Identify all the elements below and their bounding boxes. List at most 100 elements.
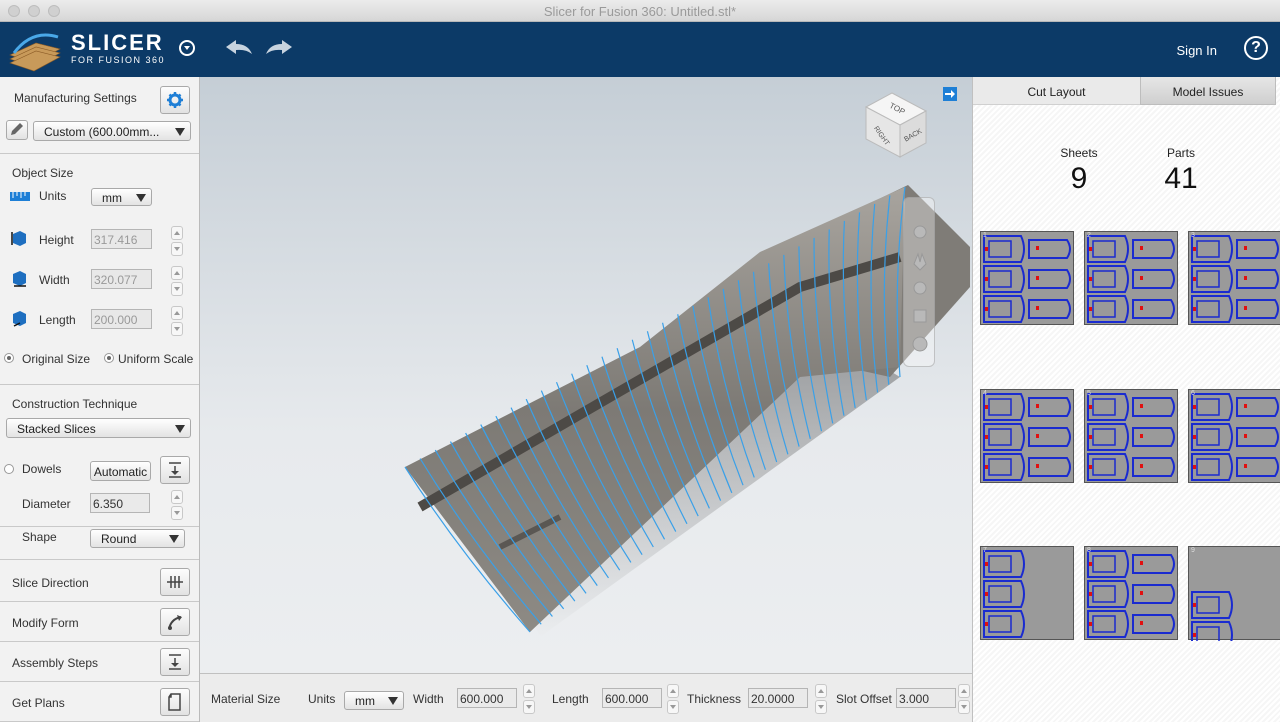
align-bottom-icon <box>169 462 181 478</box>
units-dropdown[interactable]: mm <box>91 188 152 206</box>
chevron-up-icon[interactable] <box>171 226 183 240</box>
sign-in-link[interactable]: Sign In <box>1177 43 1217 58</box>
diameter-stepper[interactable] <box>171 490 183 520</box>
material-length-input[interactable]: 600.000 <box>602 688 662 708</box>
construction-technique-dropdown[interactable]: Stacked Slices <box>6 418 191 438</box>
pan-hand-icon[interactable] <box>913 252 927 271</box>
view-cube[interactable]: TOP RIGHT BACK <box>860 87 932 159</box>
sheet-part-cutout <box>1092 270 1116 288</box>
sheet-thumbnail[interactable]: 4 <box>980 389 1074 483</box>
manufacturing-settings-button[interactable] <box>160 86 190 114</box>
material-width-stepper[interactable] <box>523 684 535 714</box>
sheet-part-cutout <box>1196 270 1220 288</box>
chevron-down-icon[interactable] <box>523 700 535 714</box>
sheet-part <box>983 235 1025 263</box>
material-length-stepper[interactable] <box>667 684 679 714</box>
sheet-part <box>1087 453 1129 481</box>
sheet-thumbnail[interactable]: 7 <box>980 546 1074 640</box>
sheet-part-cutout <box>1092 398 1116 416</box>
shape-dropdown[interactable]: Round <box>90 529 185 548</box>
sheet-thumbnail[interactable]: 1 <box>980 231 1074 325</box>
manufacturing-preset-dropdown[interactable]: Custom (600.00mm... <box>33 121 191 141</box>
height-input[interactable]: 317.416 <box>91 229 152 249</box>
chevron-down-icon[interactable] <box>171 322 183 336</box>
step-modify-form[interactable]: Modify Form <box>0 602 199 642</box>
expand-panel-button[interactable] <box>943 87 957 101</box>
sheet-thumbnail[interactable]: 2 <box>1084 231 1178 325</box>
dowels-label: Dowels <box>22 462 62 476</box>
fit-view-icon[interactable] <box>913 309 927 323</box>
chevron-down-icon[interactable] <box>171 506 183 520</box>
chevron-up-icon[interactable] <box>171 306 183 320</box>
assembly-icon <box>169 654 181 670</box>
dowel-hole-mark <box>985 247 988 251</box>
chevron-down-icon[interactable] <box>171 282 183 296</box>
look-at-icon[interactable] <box>912 336 928 352</box>
sheet-thumbnail[interactable]: 5 <box>1084 389 1178 483</box>
modify-form-button[interactable] <box>160 608 190 636</box>
chevron-up-icon[interactable] <box>171 490 183 504</box>
edit-preset-button[interactable] <box>6 120 28 140</box>
slot-offset-stepper[interactable] <box>958 684 970 714</box>
undo-icon[interactable] <box>224 37 254 59</box>
tab-model-issues[interactable]: Model Issues <box>1140 77 1276 105</box>
chevron-up-icon[interactable] <box>667 684 679 698</box>
tab-cut-layout[interactable]: Cut Layout <box>973 77 1140 105</box>
original-size-label: Original Size <box>22 352 91 366</box>
thickness-stepper[interactable] <box>815 684 827 714</box>
chevron-up-icon[interactable] <box>958 684 970 698</box>
help-icon[interactable]: ? <box>1244 36 1268 60</box>
length-stepper[interactable] <box>171 306 183 336</box>
length-input[interactable]: 200.000 <box>91 309 152 329</box>
height-stepper[interactable] <box>171 226 183 256</box>
step-get-plans[interactable]: Get Plans <box>0 682 199 722</box>
chevron-up-icon[interactable] <box>171 266 183 280</box>
chevron-up-icon[interactable] <box>523 684 535 698</box>
sheet-thumbnail[interactable]: 3 <box>1188 231 1280 325</box>
thickness-input[interactable]: 20.0000 <box>748 688 808 708</box>
diameter-input[interactable]: 6.350 <box>90 493 150 513</box>
sheet-part <box>1132 614 1175 634</box>
chevron-down-icon[interactable] <box>667 700 679 714</box>
sliced-model-render[interactable] <box>200 77 972 673</box>
sheet-part-cutout <box>1196 428 1220 446</box>
assembly-steps-button[interactable] <box>160 648 190 676</box>
material-width-input[interactable]: 600.000 <box>457 688 517 708</box>
sheet-number: 3 <box>1191 232 1195 239</box>
dowel-placement-button[interactable] <box>160 456 190 484</box>
zoom-icon[interactable] <box>913 281 927 295</box>
app-logo-text: SLICER FOR FUSION 360 <box>71 32 165 66</box>
sheets-label: Sheets <box>1060 146 1098 160</box>
chevron-up-icon[interactable] <box>815 684 827 698</box>
chevron-down-icon[interactable] <box>815 700 827 714</box>
dowels-radio[interactable] <box>4 464 14 474</box>
manufacturing-settings-section: Manufacturing Settings Custom (600.00mm.… <box>0 77 199 154</box>
width-stepper[interactable] <box>171 266 183 296</box>
step-slice-direction[interactable]: Slice Direction <box>0 562 199 602</box>
width-input[interactable]: 320.077 <box>91 269 152 289</box>
chevron-down-icon[interactable] <box>958 700 970 714</box>
orbit-icon[interactable] <box>913 225 927 239</box>
original-size-radio[interactable] <box>4 353 14 363</box>
material-units-dropdown[interactable]: mm <box>344 691 404 710</box>
slot-offset-input[interactable]: 3.000 <box>896 688 956 708</box>
step-assembly-steps[interactable]: Assembly Steps <box>0 642 199 682</box>
sheet-number: 6 <box>1191 390 1195 397</box>
chevron-down-icon[interactable] <box>171 242 183 256</box>
redo-icon[interactable] <box>264 37 294 59</box>
sheet-part <box>983 393 1025 421</box>
sheet-thumbnail[interactable]: 8 <box>1084 546 1178 640</box>
uniform-scale-radio[interactable] <box>104 353 114 363</box>
sheet-thumbnail[interactable]: 9 <box>1188 546 1280 641</box>
slice-direction-button[interactable] <box>160 568 190 596</box>
get-plans-button[interactable] <box>160 688 190 716</box>
dowels-automatic-button[interactable]: Automatic <box>90 461 151 481</box>
sheet-part <box>1132 239 1175 259</box>
model-viewport[interactable]: TOP RIGHT BACK <box>200 77 972 673</box>
sheet-thumbnail[interactable]: 6 <box>1188 389 1280 483</box>
app-menu-dropdown-icon[interactable] <box>179 40 195 56</box>
sheet-part <box>1087 423 1129 451</box>
sheet-part-cutout <box>1196 626 1220 641</box>
dowel-hole-mark <box>985 592 988 596</box>
navigation-bar <box>903 197 935 367</box>
